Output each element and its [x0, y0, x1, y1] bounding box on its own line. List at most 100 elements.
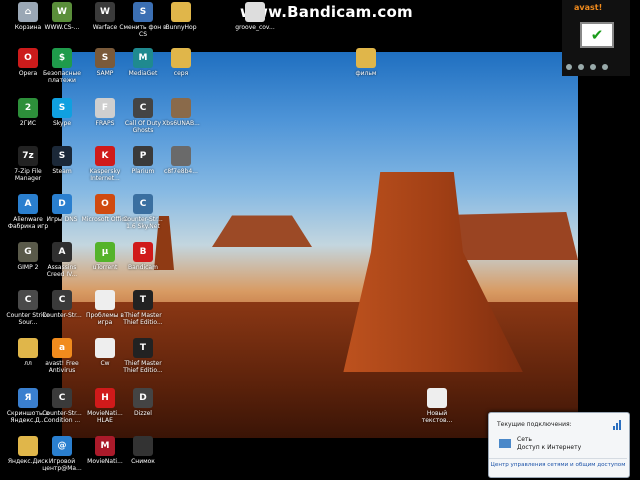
shortcut-label: Bandicam: [128, 264, 158, 271]
avast-logo: avast!: [574, 3, 603, 12]
thief-icon: T: [133, 338, 153, 358]
movienati-icon: M: [95, 436, 115, 456]
skype-icon: S: [52, 98, 72, 118]
desktop-shortcut[interactable]: D Игры DNS: [38, 194, 86, 223]
shortcut-label: Игровой центр@Ma...: [42, 458, 82, 472]
gadget-button[interactable]: [578, 64, 584, 70]
desktop-shortcut[interactable]: W WWW.CS-...: [38, 2, 86, 31]
alienware-icon: A: [18, 194, 38, 214]
gimp-icon: G: [18, 242, 38, 262]
popup-title: Текущие подключения:: [497, 421, 572, 428]
warface-icon: W: [95, 2, 115, 22]
desktop-shortcut[interactable]: Новый текстов...: [413, 388, 461, 424]
shortcut-icon: S: [133, 2, 153, 22]
desktop-shortcut[interactable]: BunnyHop: [157, 2, 205, 31]
dns-icon: D: [52, 194, 72, 214]
desktop-shortcut[interactable]: фильм: [342, 48, 390, 77]
mediaget-icon: M: [133, 48, 153, 68]
desktop-shortcut[interactable]: C Counter-Str... 1.6 Sky.Net: [119, 194, 167, 230]
gadget-button[interactable]: [602, 64, 608, 70]
shortcut-label: avast! Free Antivirus: [45, 360, 79, 374]
desktop-shortcut[interactable]: $ Безопасные платежи: [38, 48, 86, 84]
avast-gadget[interactable]: avast! ✔: [562, 0, 630, 76]
checkmark-icon: ✔: [580, 22, 614, 48]
recycle-bin-icon: ⌂: [18, 2, 38, 22]
image-icon: [133, 436, 153, 456]
document-icon: [95, 290, 115, 310]
desktop-shortcut[interactable]: Xbs6UNAB...: [157, 98, 205, 127]
ac-icon: A: [52, 242, 72, 262]
cs-icon: C: [133, 194, 153, 214]
folder-icon: [171, 48, 191, 68]
kaspersky-icon: K: [95, 146, 115, 166]
shortcut-label: Steam: [52, 168, 72, 175]
gadget-button[interactable]: [590, 64, 596, 70]
office-icon: O: [95, 194, 115, 214]
plarium-icon: P: [133, 146, 153, 166]
fraps-icon: F: [95, 98, 115, 118]
document-icon: [427, 388, 447, 408]
network-popup: Текущие подключения: Сеть Доступ к Интер…: [488, 412, 630, 478]
hlae-icon: H: [95, 388, 115, 408]
desktop-shortcut[interactable]: A Assassins Creed IV...: [38, 242, 86, 278]
desktop-shortcut[interactable]: Снимок: [119, 436, 167, 465]
avast-icon: a: [52, 338, 72, 358]
desktop-shortcut[interactable]: @ Игровой центр@Ma...: [38, 436, 86, 472]
folder-icon: [356, 48, 376, 68]
desktop-shortcut[interactable]: C Counter-Str...: [38, 290, 86, 319]
shortcut-label: Thief Master Thief Editio...: [123, 360, 163, 374]
shortcut-label: Counter-Str... Condition ...: [42, 410, 82, 424]
mail-games-icon: @: [52, 436, 72, 456]
yadisk-icon: [18, 436, 38, 456]
gadget-button[interactable]: [566, 64, 572, 70]
network-center-link[interactable]: Центр управления сетями и общим доступом: [489, 458, 627, 468]
shortcut-label: Игры DNS: [46, 216, 78, 223]
desktop-shortcut[interactable]: T Thief Master Thief Editio...: [119, 290, 167, 326]
shortcut-label: WWW.CS-...: [44, 24, 80, 31]
folder-icon: [171, 2, 191, 22]
shortcut-label: groove_cov...: [235, 24, 275, 31]
desktop-shortcut[interactable]: S Steam: [38, 146, 86, 175]
image-icon: [171, 146, 191, 166]
desktop-shortcut[interactable]: a avast! Free Antivirus: [38, 338, 86, 374]
shortcut-label: серя: [173, 70, 189, 77]
desktop-shortcut[interactable]: серя: [157, 48, 205, 77]
network-icon: [499, 439, 511, 448]
shortcut-label: Безопасные платежи: [43, 70, 81, 84]
desktop-shortcut[interactable]: c8f7e8b4...: [157, 146, 205, 175]
avast-toolbar: [566, 64, 626, 72]
desktop-shortcut[interactable]: S Skype: [38, 98, 86, 127]
shortcut-label: Assassins Creed IV...: [46, 264, 78, 278]
document-icon: [95, 338, 115, 358]
shortcut-label: BunnyHop: [165, 24, 197, 31]
7zip-icon: 7z: [18, 146, 38, 166]
shortcut-label: Counter-Str... 1.6 Sky.Net: [123, 216, 163, 230]
shortcut-label: Xbs6UNAB...: [162, 120, 200, 127]
shortcut-label: Dizzel: [134, 410, 152, 417]
desktop: www.Bandicam.com ⌂ Корзина W WWW.CS-... W War…: [0, 0, 640, 480]
network-name: Сеть: [517, 436, 532, 443]
network-signal-icon: [613, 420, 621, 430]
cs-icon: C: [18, 290, 38, 310]
desktop-shortcut[interactable]: groove_cov...: [231, 2, 279, 31]
steam-icon: S: [52, 146, 72, 166]
desktop-shortcut[interactable]: D Dizzel: [119, 388, 167, 417]
desktop-shortcut[interactable]: T Thief Master Thief Editio...: [119, 338, 167, 374]
dizzel-icon: D: [133, 388, 153, 408]
shortcut-label: Thief Master Thief Editio...: [123, 312, 163, 326]
shortcut-label: Снимок: [131, 458, 155, 465]
shortcut-label: Новый текстов...: [421, 410, 453, 424]
folder-icon: [18, 338, 38, 358]
opera-icon: O: [18, 48, 38, 68]
thief-icon: T: [133, 290, 153, 310]
yadisk-icon: Я: [18, 388, 38, 408]
bandicam-icon: B: [133, 242, 153, 262]
desktop-shortcut[interactable]: B Bandicam: [119, 242, 167, 271]
cod-icon: C: [133, 98, 153, 118]
utorrent-icon: μ: [95, 242, 115, 262]
shortcut-label: Counter-Str...: [42, 312, 82, 319]
cs-icon: C: [52, 388, 72, 408]
samp-icon: S: [95, 48, 115, 68]
network-status: Доступ к Интернету: [517, 444, 582, 451]
desktop-shortcut[interactable]: C Counter-Str... Condition ...: [38, 388, 86, 424]
